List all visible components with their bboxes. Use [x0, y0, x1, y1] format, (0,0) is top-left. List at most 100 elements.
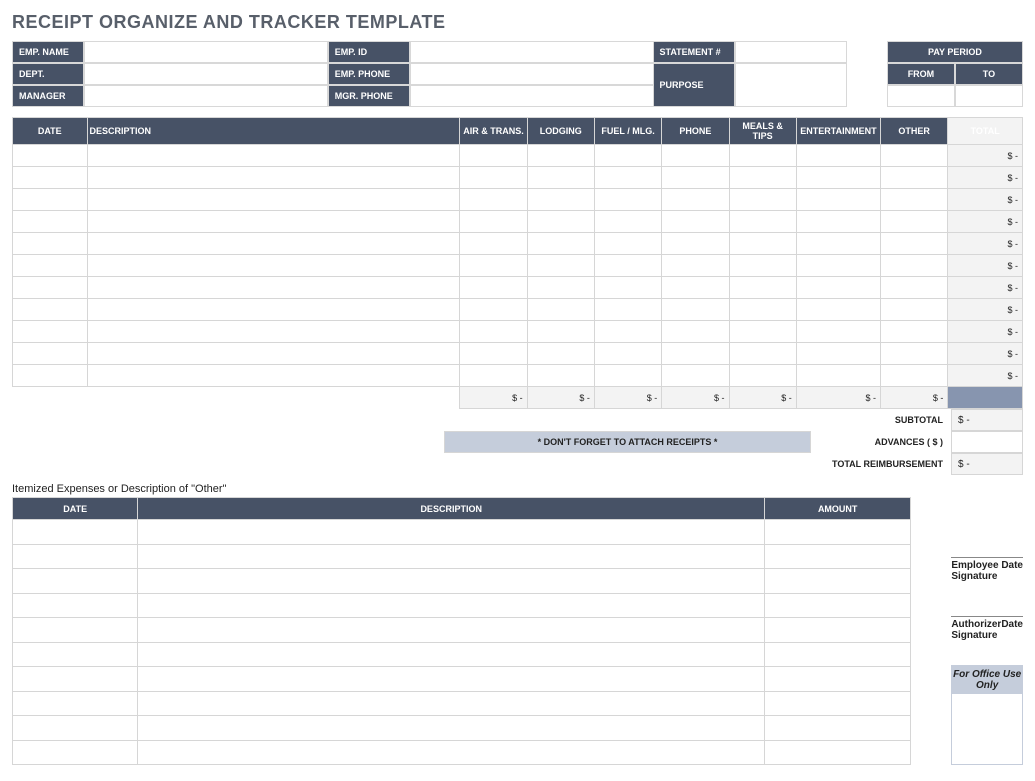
mgr-phone-field[interactable] — [410, 85, 654, 107]
cell-lodging[interactable] — [527, 277, 594, 299]
cell-phone[interactable] — [662, 167, 729, 189]
item-cell-desc[interactable] — [138, 520, 765, 545]
statement-field[interactable] — [735, 41, 847, 63]
manager-field[interactable] — [84, 85, 328, 107]
cell-meals-tips[interactable] — [729, 277, 796, 299]
cell-meals-tips[interactable] — [729, 343, 796, 365]
cell-entertainment[interactable] — [796, 365, 880, 387]
cell-desc[interactable] — [87, 189, 460, 211]
cell-desc[interactable] — [87, 167, 460, 189]
cell-phone[interactable] — [662, 211, 729, 233]
item-cell-date[interactable] — [13, 691, 138, 716]
cell-meals-tips[interactable] — [729, 211, 796, 233]
cell-desc[interactable] — [87, 343, 460, 365]
to-field[interactable] — [955, 85, 1023, 107]
cell-date[interactable] — [13, 189, 88, 211]
item-cell-date[interactable] — [13, 642, 138, 667]
cell-air-trans[interactable] — [460, 145, 527, 167]
cell-air-trans[interactable] — [460, 365, 527, 387]
cell-desc[interactable] — [87, 277, 460, 299]
cell-lodging[interactable] — [527, 145, 594, 167]
cell-date[interactable] — [13, 255, 88, 277]
cell-other[interactable] — [881, 321, 948, 343]
cell-lodging[interactable] — [527, 299, 594, 321]
emp-name-field[interactable] — [84, 41, 328, 63]
item-cell-amount[interactable] — [765, 716, 911, 741]
item-cell-amount[interactable] — [765, 667, 911, 692]
item-cell-date[interactable] — [13, 593, 138, 618]
cell-date[interactable] — [13, 343, 88, 365]
cell-entertainment[interactable] — [796, 145, 880, 167]
cell-date[interactable] — [13, 321, 88, 343]
item-cell-amount[interactable] — [765, 618, 911, 643]
cell-entertainment[interactable] — [796, 211, 880, 233]
cell-desc[interactable] — [87, 233, 460, 255]
office-use-body[interactable] — [952, 694, 1022, 764]
cell-entertainment[interactable] — [796, 277, 880, 299]
cell-meals-tips[interactable] — [729, 145, 796, 167]
cell-lodging[interactable] — [527, 365, 594, 387]
emp-phone-field[interactable] — [410, 63, 654, 85]
cell-date[interactable] — [13, 167, 88, 189]
cell-entertainment[interactable] — [796, 321, 880, 343]
item-cell-desc[interactable] — [138, 544, 765, 569]
cell-desc[interactable] — [87, 365, 460, 387]
item-cell-amount[interactable] — [765, 642, 911, 667]
from-field[interactable] — [887, 85, 955, 107]
cell-phone[interactable] — [662, 189, 729, 211]
cell-desc[interactable] — [87, 299, 460, 321]
cell-phone[interactable] — [662, 299, 729, 321]
cell-entertainment[interactable] — [796, 189, 880, 211]
item-cell-amount[interactable] — [765, 691, 911, 716]
cell-fuel-mlg[interactable] — [594, 299, 661, 321]
cell-desc[interactable] — [87, 255, 460, 277]
cell-fuel-mlg[interactable] — [594, 365, 661, 387]
cell-meals-tips[interactable] — [729, 167, 796, 189]
cell-phone[interactable] — [662, 321, 729, 343]
item-cell-date[interactable] — [13, 520, 138, 545]
cell-air-trans[interactable] — [460, 299, 527, 321]
item-cell-desc[interactable] — [138, 691, 765, 716]
cell-lodging[interactable] — [527, 189, 594, 211]
cell-other[interactable] — [881, 211, 948, 233]
cell-fuel-mlg[interactable] — [594, 255, 661, 277]
item-cell-desc[interactable] — [138, 618, 765, 643]
cell-entertainment[interactable] — [796, 167, 880, 189]
cell-air-trans[interactable] — [460, 189, 527, 211]
item-cell-amount[interactable] — [765, 740, 911, 765]
cell-fuel-mlg[interactable] — [594, 211, 661, 233]
cell-other[interactable] — [881, 255, 948, 277]
cell-entertainment[interactable] — [796, 299, 880, 321]
cell-other[interactable] — [881, 189, 948, 211]
cell-meals-tips[interactable] — [729, 255, 796, 277]
item-cell-desc[interactable] — [138, 642, 765, 667]
item-cell-date[interactable] — [13, 544, 138, 569]
cell-entertainment[interactable] — [796, 343, 880, 365]
item-cell-desc[interactable] — [138, 593, 765, 618]
cell-fuel-mlg[interactable] — [594, 167, 661, 189]
item-cell-desc[interactable] — [138, 716, 765, 741]
cell-other[interactable] — [881, 167, 948, 189]
cell-phone[interactable] — [662, 277, 729, 299]
cell-meals-tips[interactable] — [729, 365, 796, 387]
dept-field[interactable] — [84, 63, 328, 85]
cell-air-trans[interactable] — [460, 255, 527, 277]
item-cell-amount[interactable] — [765, 593, 911, 618]
cell-desc[interactable] — [87, 321, 460, 343]
cell-entertainment[interactable] — [796, 255, 880, 277]
item-cell-desc[interactable] — [138, 667, 765, 692]
cell-phone[interactable] — [662, 365, 729, 387]
item-cell-date[interactable] — [13, 618, 138, 643]
cell-fuel-mlg[interactable] — [594, 321, 661, 343]
item-cell-desc[interactable] — [138, 569, 765, 594]
cell-air-trans[interactable] — [460, 277, 527, 299]
cell-phone[interactable] — [662, 233, 729, 255]
cell-date[interactable] — [13, 299, 88, 321]
cell-meals-tips[interactable] — [729, 299, 796, 321]
advances-value[interactable] — [951, 431, 1023, 453]
cell-date[interactable] — [13, 145, 88, 167]
cell-other[interactable] — [881, 145, 948, 167]
cell-meals-tips[interactable] — [729, 321, 796, 343]
cell-meals-tips[interactable] — [729, 189, 796, 211]
cell-fuel-mlg[interactable] — [594, 233, 661, 255]
